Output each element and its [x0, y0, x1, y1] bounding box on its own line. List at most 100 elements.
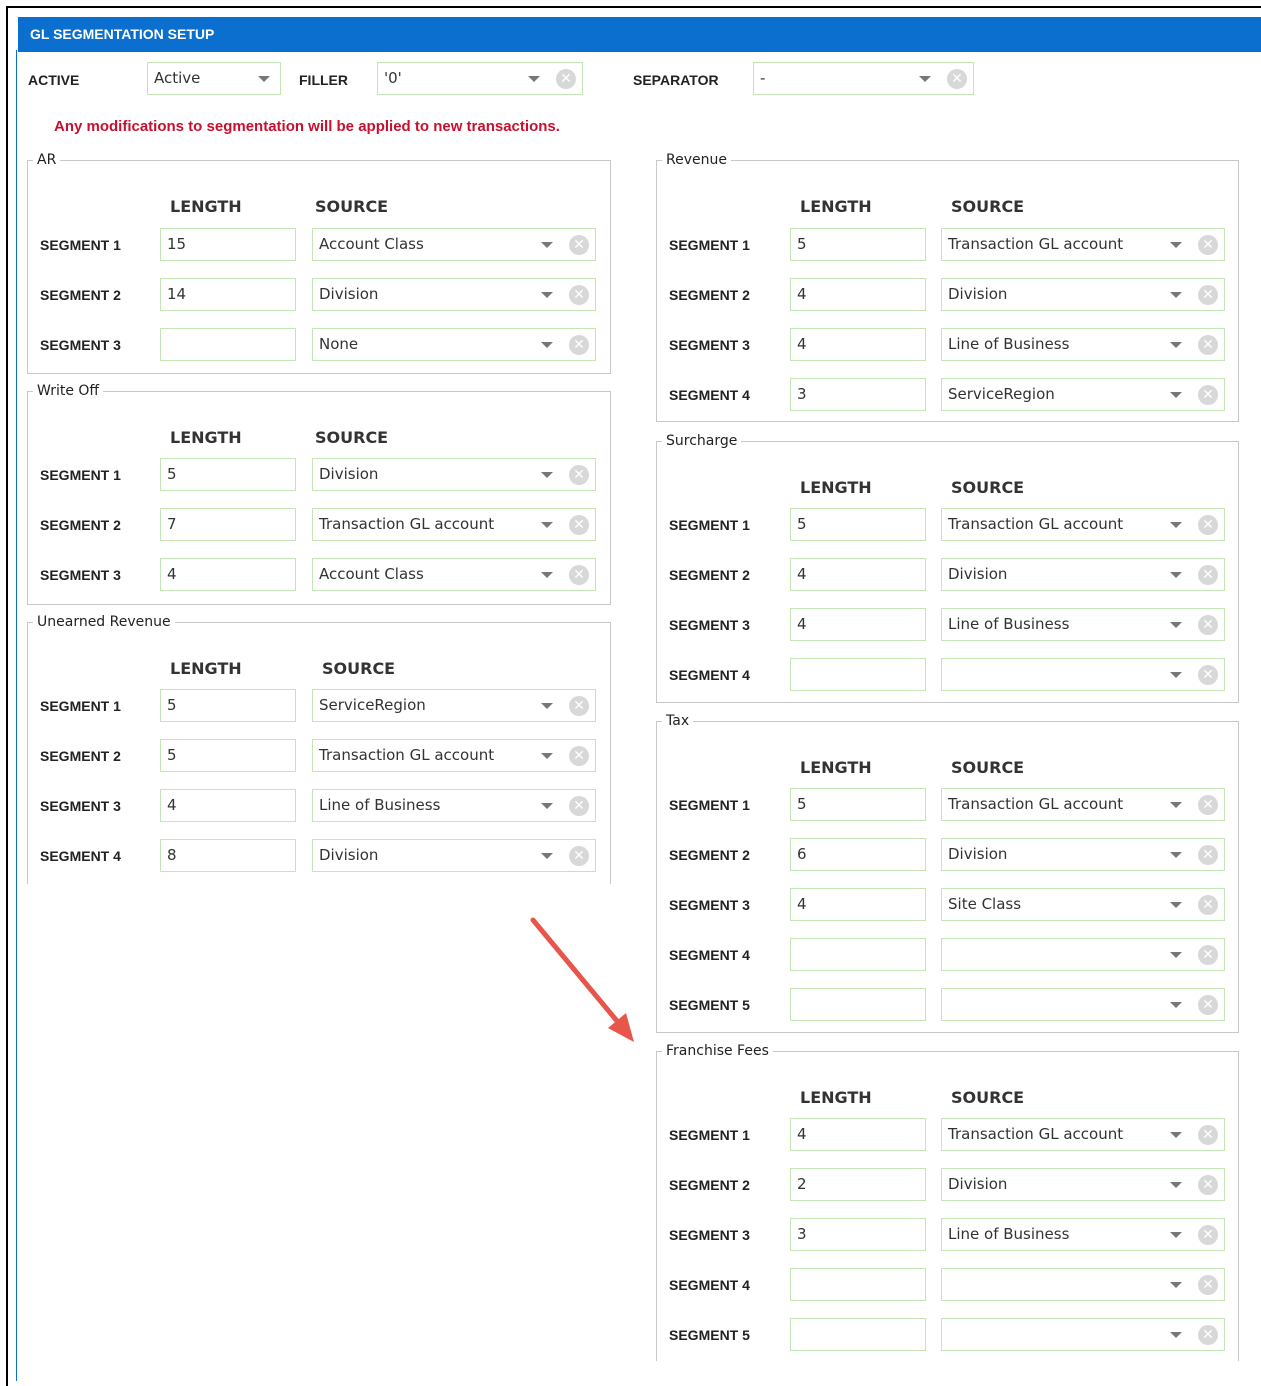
chevron-down-icon[interactable]: [1170, 521, 1182, 528]
segment-source-select[interactable]: None ✕: [312, 328, 596, 361]
segment-length-input[interactable]: 6: [790, 838, 926, 871]
chevron-down-icon[interactable]: [1170, 571, 1182, 578]
segment-length-input[interactable]: [790, 658, 926, 691]
clear-x-icon[interactable]: ✕: [569, 745, 589, 766]
segment-length-input[interactable]: 4: [790, 888, 926, 921]
segment-length-input[interactable]: 8: [160, 839, 296, 872]
clear-x-icon[interactable]: ✕: [1198, 384, 1218, 405]
active-select[interactable]: Active: [147, 62, 281, 95]
segment-source-select[interactable]: Line of Business ✕: [941, 328, 1225, 361]
chevron-down-icon[interactable]: [1170, 901, 1182, 908]
segment-length-input[interactable]: 4: [790, 278, 926, 311]
clear-x-icon[interactable]: ✕: [569, 464, 589, 485]
segment-length-input[interactable]: [790, 988, 926, 1021]
clear-x-icon[interactable]: ✕: [1198, 334, 1218, 355]
chevron-down-icon[interactable]: [1170, 241, 1182, 248]
clear-x-icon[interactable]: ✕: [569, 795, 589, 816]
chevron-down-icon[interactable]: [1170, 851, 1182, 858]
segment-length-input[interactable]: 5: [160, 458, 296, 491]
clear-x-icon[interactable]: ✕: [1198, 894, 1218, 915]
segment-length-input[interactable]: 4: [790, 558, 926, 591]
segment-length-input[interactable]: [790, 1318, 926, 1351]
segment-source-select[interactable]: Division ✕: [941, 838, 1225, 871]
segment-source-select[interactable]: Account Class ✕: [312, 228, 596, 261]
segment-source-select[interactable]: Transaction GL account ✕: [941, 228, 1225, 261]
clear-x-icon[interactable]: ✕: [1198, 1124, 1218, 1145]
clear-x-icon[interactable]: ✕: [1198, 564, 1218, 585]
chevron-down-icon[interactable]: [1170, 801, 1182, 808]
chevron-down-icon[interactable]: [1170, 951, 1182, 958]
segment-source-select[interactable]: ServiceRegion ✕: [312, 689, 596, 722]
segment-length-input[interactable]: [790, 1268, 926, 1301]
clear-x-icon[interactable]: ✕: [556, 68, 576, 89]
segment-source-select[interactable]: Account Class ✕: [312, 558, 596, 591]
separator-select[interactable]: - ✕: [753, 62, 974, 95]
clear-x-icon[interactable]: ✕: [1198, 1274, 1218, 1295]
segment-source-select[interactable]: Division ✕: [941, 278, 1225, 311]
clear-x-icon[interactable]: ✕: [1198, 944, 1218, 965]
chevron-down-icon[interactable]: [1170, 1001, 1182, 1008]
clear-x-icon[interactable]: ✕: [569, 845, 589, 866]
segment-source-select[interactable]: Site Class ✕: [941, 888, 1225, 921]
clear-x-icon[interactable]: ✕: [1198, 994, 1218, 1015]
segment-length-input[interactable]: 5: [160, 739, 296, 772]
clear-x-icon[interactable]: ✕: [1198, 284, 1218, 305]
clear-x-icon[interactable]: ✕: [569, 284, 589, 305]
clear-x-icon[interactable]: ✕: [569, 334, 589, 355]
segment-source-select[interactable]: Transaction GL account ✕: [312, 739, 596, 772]
segment-source-select[interactable]: Line of Business ✕: [312, 789, 596, 822]
segment-source-select[interactable]: ServiceRegion ✕: [941, 378, 1225, 411]
segment-source-select[interactable]: ✕: [941, 658, 1225, 691]
clear-x-icon[interactable]: ✕: [1198, 1324, 1218, 1345]
segment-length-input[interactable]: [790, 938, 926, 971]
chevron-down-icon[interactable]: [541, 291, 553, 298]
clear-x-icon[interactable]: ✕: [1198, 1224, 1218, 1245]
segment-source-select[interactable]: ✕: [941, 988, 1225, 1021]
segment-source-select[interactable]: ✕: [941, 1268, 1225, 1301]
chevron-down-icon[interactable]: [1170, 1281, 1182, 1288]
chevron-down-icon[interactable]: [541, 341, 553, 348]
segment-source-select[interactable]: Line of Business ✕: [941, 1218, 1225, 1251]
segment-length-input[interactable]: 15: [160, 228, 296, 261]
segment-length-input[interactable]: [160, 328, 296, 361]
segment-source-select[interactable]: Division ✕: [312, 839, 596, 872]
clear-x-icon[interactable]: ✕: [569, 695, 589, 716]
chevron-down-icon[interactable]: [1170, 1331, 1182, 1338]
clear-x-icon[interactable]: ✕: [1198, 234, 1218, 255]
segment-source-select[interactable]: ✕: [941, 1318, 1225, 1351]
segment-length-input[interactable]: 4: [160, 558, 296, 591]
chevron-down-icon[interactable]: [541, 571, 553, 578]
segment-length-input[interactable]: 5: [790, 508, 926, 541]
segment-length-input[interactable]: 4: [790, 1118, 926, 1151]
segment-source-select[interactable]: Transaction GL account ✕: [312, 508, 596, 541]
clear-x-icon[interactable]: ✕: [1198, 664, 1218, 685]
chevron-down-icon[interactable]: [541, 521, 553, 528]
segment-length-input[interactable]: 5: [790, 228, 926, 261]
segment-length-input[interactable]: 3: [790, 1218, 926, 1251]
segment-length-input[interactable]: 4: [790, 608, 926, 641]
segment-source-select[interactable]: Transaction GL account ✕: [941, 508, 1225, 541]
clear-x-icon[interactable]: ✕: [1198, 1174, 1218, 1195]
chevron-down-icon[interactable]: [1170, 391, 1182, 398]
segment-source-select[interactable]: Line of Business ✕: [941, 608, 1225, 641]
segment-source-select[interactable]: Transaction GL account ✕: [941, 1118, 1225, 1151]
chevron-down-icon[interactable]: [258, 75, 270, 82]
chevron-down-icon[interactable]: [528, 75, 540, 82]
chevron-down-icon[interactable]: [1170, 1231, 1182, 1238]
clear-x-icon[interactable]: ✕: [1198, 514, 1218, 535]
filler-select[interactable]: '0' ✕: [377, 62, 583, 95]
chevron-down-icon[interactable]: [541, 752, 553, 759]
segment-source-select[interactable]: Division ✕: [312, 278, 596, 311]
chevron-down-icon[interactable]: [1170, 1181, 1182, 1188]
chevron-down-icon[interactable]: [1170, 291, 1182, 298]
chevron-down-icon[interactable]: [919, 75, 931, 82]
segment-length-input[interactable]: 7: [160, 508, 296, 541]
chevron-down-icon[interactable]: [1170, 1131, 1182, 1138]
chevron-down-icon[interactable]: [541, 802, 553, 809]
chevron-down-icon[interactable]: [541, 702, 553, 709]
segment-source-select[interactable]: Transaction GL account ✕: [941, 788, 1225, 821]
chevron-down-icon[interactable]: [1170, 671, 1182, 678]
segment-length-input[interactable]: 4: [790, 328, 926, 361]
segment-length-input[interactable]: 3: [790, 378, 926, 411]
segment-source-select[interactable]: Division ✕: [941, 558, 1225, 591]
